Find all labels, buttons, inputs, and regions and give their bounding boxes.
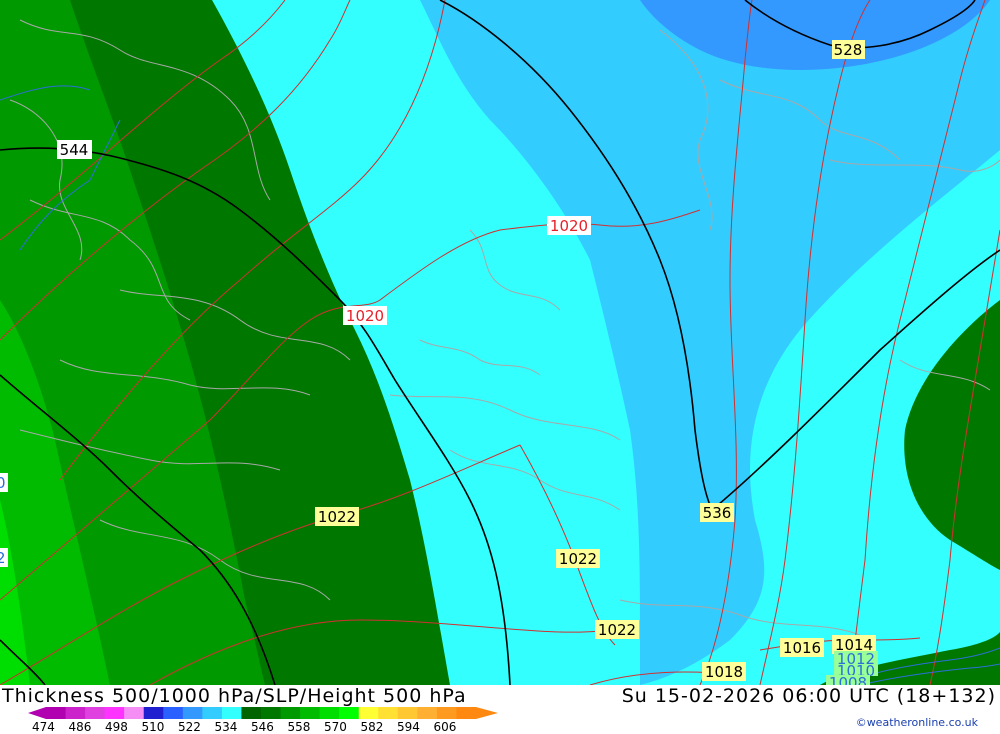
scale-swatch bbox=[46, 707, 67, 719]
slp-label-1022-south: 1022 bbox=[595, 620, 639, 639]
scale-swatch bbox=[85, 707, 106, 719]
scale-swatch bbox=[241, 707, 262, 719]
svg-text:1008: 1008 bbox=[829, 674, 867, 685]
credit-link[interactable]: ©weatheronline.co.uk bbox=[856, 716, 978, 729]
weather-map: 528 544 536 1020 1020 1022 1022 1022 101… bbox=[0, 0, 1000, 685]
scale-arrow-right bbox=[476, 707, 498, 719]
scale-swatch bbox=[378, 707, 399, 719]
scale-label: 486 bbox=[68, 720, 92, 734]
scale-swatch bbox=[202, 707, 223, 719]
svg-text:1022: 1022 bbox=[598, 621, 636, 639]
svg-text:1018: 1018 bbox=[705, 663, 743, 681]
slp-label-1020-west: 1020 bbox=[343, 306, 387, 325]
svg-text:528: 528 bbox=[834, 41, 863, 59]
scale-swatch bbox=[163, 707, 184, 719]
svg-text:1016: 1016 bbox=[783, 639, 821, 657]
scale-swatch bbox=[182, 707, 203, 719]
slp-label-1008: 1008 bbox=[826, 674, 870, 685]
scale-label: 582 bbox=[360, 720, 384, 734]
svg-text:1022: 1022 bbox=[559, 550, 597, 568]
slp-label-1022-center: 1022 bbox=[556, 549, 600, 568]
scale-swatch bbox=[417, 707, 438, 719]
slp-label-1016: 1016 bbox=[780, 638, 824, 657]
scale-swatch bbox=[104, 707, 125, 719]
map-title: Thickness 500/1000 hPa/SLP/Height 500 hP… bbox=[2, 685, 467, 707]
slp-label-1018: 1018 bbox=[702, 662, 746, 681]
scale-label: 522 bbox=[178, 720, 201, 734]
scale-label: 594 bbox=[397, 720, 420, 734]
color-scale-bar bbox=[28, 707, 498, 719]
svg-text:1020: 1020 bbox=[346, 307, 384, 325]
scale-swatch bbox=[358, 707, 379, 719]
color-scale-labels: 474 486 498 510 522 534 546 558 570 582 594 606 bbox=[28, 720, 508, 734]
height-label-528: 528 bbox=[832, 40, 865, 59]
scale-label: 474 bbox=[32, 720, 55, 734]
scale-swatch bbox=[319, 707, 340, 719]
slp-label-1022-west: 1022 bbox=[315, 507, 359, 526]
scale-swatch bbox=[456, 707, 477, 719]
scale-swatch bbox=[124, 707, 145, 719]
svg-text:1022: 1022 bbox=[318, 508, 356, 526]
scale-swatch bbox=[397, 707, 418, 719]
edge-label-fragment-upper: 0 bbox=[0, 473, 8, 492]
forecast-datetime: Su 15-02-2026 06:00 UTC (18+132) bbox=[621, 685, 996, 707]
scale-label: 510 bbox=[141, 720, 165, 734]
scale-swatch bbox=[143, 707, 164, 719]
scale-label: 534 bbox=[214, 720, 238, 734]
svg-text:536: 536 bbox=[703, 504, 732, 522]
scale-swatch bbox=[436, 707, 457, 719]
svg-text:2: 2 bbox=[0, 549, 6, 567]
edge-label-fragment-lower: 2 bbox=[0, 548, 8, 567]
scale-label: 558 bbox=[287, 720, 311, 734]
scale-label: 606 bbox=[433, 720, 457, 734]
scale-swatch bbox=[221, 707, 242, 719]
scale-label: 570 bbox=[324, 720, 347, 734]
scale-swatch bbox=[280, 707, 301, 719]
scale-label: 546 bbox=[251, 720, 274, 734]
scale-swatch bbox=[339, 707, 360, 719]
slp-label-1020-north: 1020 bbox=[547, 216, 591, 235]
scale-arrow-left bbox=[28, 707, 46, 719]
height-label-544: 544 bbox=[57, 140, 92, 159]
scale-swatch bbox=[261, 707, 282, 719]
svg-text:1020: 1020 bbox=[550, 217, 588, 235]
height-label-536: 536 bbox=[700, 503, 734, 522]
scale-swatch bbox=[300, 707, 321, 719]
scale-label: 498 bbox=[105, 720, 128, 734]
scale-swatch bbox=[65, 707, 86, 719]
svg-text:544: 544 bbox=[60, 141, 89, 159]
svg-text:0: 0 bbox=[0, 474, 6, 492]
